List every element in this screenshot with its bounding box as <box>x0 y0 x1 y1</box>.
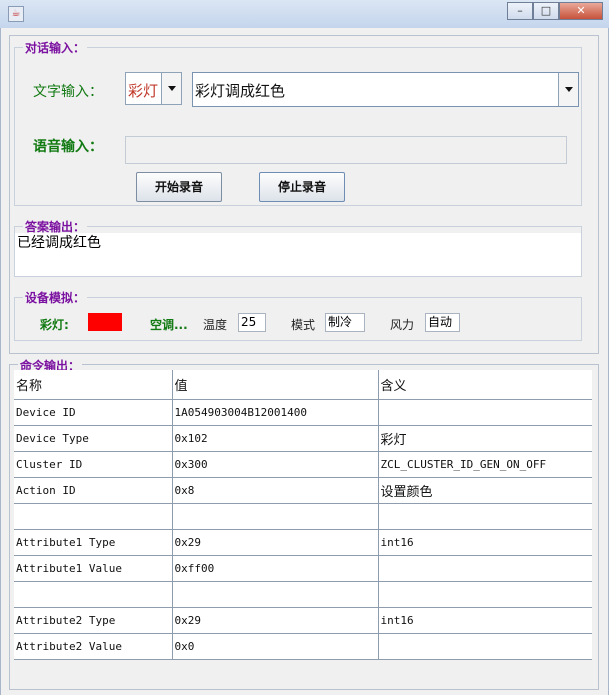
wind-label: 风力 <box>390 318 415 332</box>
cell-name[interactable]: Attribute2 Type <box>14 607 173 634</box>
cell-meaning[interactable] <box>378 399 592 426</box>
column-header-value[interactable]: 值 <box>172 370 379 400</box>
mode-field[interactable]: 制冷 <box>325 313 365 332</box>
cell-value[interactable]: 0x8 <box>172 477 379 504</box>
device-sim-title: 设备模拟： <box>23 289 88 306</box>
command-table: 名称 值 含义 Device ID 1A054903004B12001400 De… <box>14 370 592 660</box>
window-controls: – □ ✕ <box>507 2 603 20</box>
minimize-button[interactable]: – <box>507 2 533 20</box>
cell-meaning[interactable] <box>378 581 592 608</box>
table-row[interactable]: Device ID 1A054903004B12001400 <box>14 399 592 426</box>
cell-name[interactable]: Attribute2 Value <box>14 633 173 660</box>
table-row[interactable] <box>14 581 592 608</box>
voice-input-field[interactable] <box>125 136 567 164</box>
temp-label: 温度 <box>203 318 228 332</box>
cell-name[interactable]: Action ID <box>14 477 173 504</box>
cell-meaning[interactable]: ZCL_CLUSTER_ID_GEN_ON_OFF <box>378 451 592 478</box>
temp-field[interactable]: 25 <box>238 313 266 332</box>
cell-name[interactable]: Device ID <box>14 399 173 426</box>
table-row[interactable]: Attribute2 Type 0x29 int16 <box>14 607 592 634</box>
cell-value[interactable]: 1A054903004B12001400 <box>172 399 379 426</box>
cell-value[interactable] <box>172 581 379 608</box>
title-bar: ☕ – □ ✕ <box>0 0 609 29</box>
table-row[interactable]: Action ID 0x8 设置颜色 <box>14 477 592 504</box>
cell-name[interactable] <box>14 581 173 608</box>
chevron-down-icon[interactable] <box>161 73 181 104</box>
cell-meaning[interactable] <box>378 555 592 582</box>
table-row[interactable]: Attribute2 Value 0x0 <box>14 633 592 660</box>
table-row[interactable]: Cluster ID 0x300 ZCL_CLUSTER_ID_GEN_ON_OFF <box>14 451 592 478</box>
java-icon: ☕ <box>8 6 24 22</box>
maximize-button[interactable]: □ <box>533 2 559 20</box>
cell-name[interactable] <box>14 503 173 530</box>
cell-meaning[interactable]: int16 <box>378 529 592 556</box>
dialog-input-title: 对话输入： <box>23 39 88 56</box>
cell-value[interactable]: 0x300 <box>172 451 379 478</box>
table-row[interactable]: Device Type 0x102 彩灯 <box>14 425 592 452</box>
table-row[interactable]: Attribute1 Value 0xff00 <box>14 555 592 582</box>
text-input-label: 文字输入： <box>33 84 103 100</box>
cell-name[interactable]: Device Type <box>14 425 173 452</box>
command-combo[interactable]: 彩灯调成红色 <box>192 72 579 107</box>
device-combo-value: 彩灯 <box>128 82 159 100</box>
cell-value[interactable]: 0x102 <box>172 425 379 452</box>
table-row[interactable] <box>14 503 592 530</box>
command-combo-value: 彩灯调成红色 <box>195 82 286 100</box>
voice-input-label: 语音输入： <box>33 139 103 155</box>
light-color-indicator <box>88 313 122 331</box>
cell-value[interactable]: 0xff00 <box>172 555 379 582</box>
cell-meaning[interactable]: int16 <box>378 607 592 634</box>
cell-value[interactable]: 0x29 <box>172 607 379 634</box>
column-header-meaning[interactable]: 含义 <box>378 370 592 400</box>
table-row[interactable]: Attribute1 Type 0x29 int16 <box>14 529 592 556</box>
light-label: 彩灯: <box>40 318 69 332</box>
cell-value[interactable]: 0x0 <box>172 633 379 660</box>
cell-name[interactable]: Attribute1 Type <box>14 529 173 556</box>
mode-label: 模式 <box>291 318 316 332</box>
cell-meaning[interactable]: 设置颜色 <box>378 477 592 504</box>
start-recording-button[interactable]: 开始录音 <box>136 172 222 202</box>
device-combo[interactable]: 彩灯 <box>125 72 182 105</box>
wind-field[interactable]: 自动 <box>425 313 460 332</box>
cell-value[interactable]: 0x29 <box>172 529 379 556</box>
ac-label: 空调... <box>150 318 188 332</box>
cell-meaning[interactable] <box>378 633 592 660</box>
stop-recording-button[interactable]: 停止录音 <box>259 172 345 202</box>
table-header: 名称 值 含义 <box>14 370 592 400</box>
cell-name[interactable]: Cluster ID <box>14 451 173 478</box>
answer-text: 已经调成红色 <box>15 233 581 276</box>
cell-meaning[interactable]: 彩灯 <box>378 425 592 452</box>
cell-name[interactable]: Attribute1 Value <box>14 555 173 582</box>
close-button[interactable]: ✕ <box>559 2 603 20</box>
cell-value[interactable] <box>172 503 379 530</box>
column-header-name[interactable]: 名称 <box>14 370 173 400</box>
chevron-down-icon[interactable] <box>558 73 578 106</box>
cell-meaning[interactable] <box>378 503 592 530</box>
